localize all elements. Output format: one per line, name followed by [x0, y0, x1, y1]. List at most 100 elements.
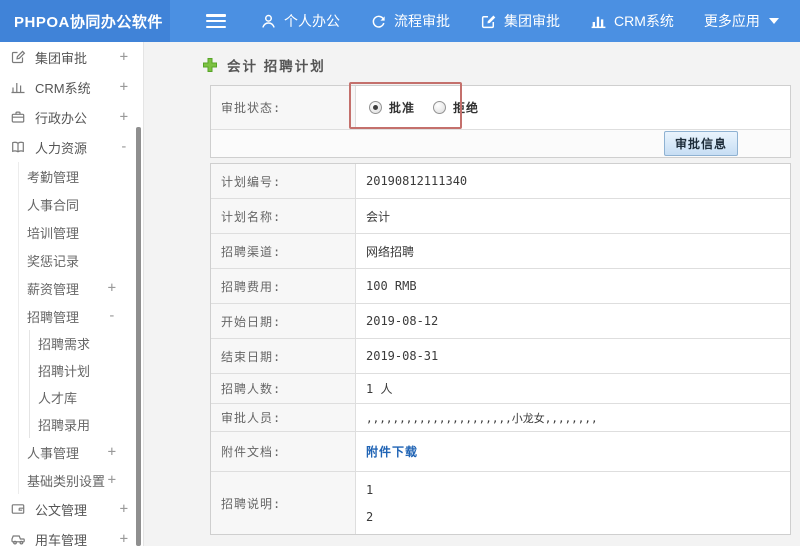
radio-reject[interactable] — [433, 101, 447, 114]
sidebar-item-recruit-demand[interactable]: 招聘需求 — [30, 330, 143, 357]
expand-icon[interactable]: + — [108, 472, 116, 488]
sidebar-item-admin-office[interactable]: 行政办公 + — [0, 102, 143, 132]
sidebar-item-training-mgmt[interactable]: 培训管理 — [19, 218, 143, 246]
main-content: 会计 招聘计划 审批状态: 批准 拒绝 审批信息 计划编号: 201908121… — [145, 42, 800, 546]
expand-icon[interactable]: + — [120, 501, 128, 517]
table-row: 招聘人数: 1 人 — [211, 374, 790, 404]
approval-table: 审批状态: 批准 拒绝 审批信息 — [210, 85, 791, 158]
sidebar-item-personnel-mgmt[interactable]: 人事管理 + — [19, 438, 143, 466]
sidebar-item-reward-punish[interactable]: 奖惩记录 — [19, 246, 143, 274]
expand-icon[interactable]: + — [120, 49, 128, 65]
top-nav: 个人办公 流程审批 集团审批 CRM系统 更多应用 — [260, 11, 779, 31]
sidebar-label: 招聘管理 — [27, 309, 80, 325]
caret-down-icon — [768, 18, 779, 24]
sidebar-item-talent-pool[interactable]: 人才库 — [30, 384, 143, 411]
start-date-value: 2019-08-12 — [356, 304, 790, 338]
sidebar-label: 薪资管理 — [27, 281, 80, 297]
table-row: 开始日期: 2019-08-12 — [211, 304, 790, 339]
sidebar-item-recruit-plan[interactable]: 招聘计划 — [30, 357, 143, 384]
table-row: 招聘说明: 1 2 — [211, 472, 790, 534]
field-label: 审批状态: — [211, 86, 356, 129]
field-label: 附件文档: — [211, 432, 356, 471]
nav-label: CRM系统 — [614, 13, 674, 29]
sidebar-item-recruit-mgmt[interactable]: 招聘管理 - — [19, 302, 143, 330]
table-row: 招聘渠道: 网络招聘 — [211, 234, 790, 269]
sidebar-label: 培训管理 — [27, 225, 80, 241]
nav-group-approval[interactable]: 集团审批 — [480, 11, 560, 31]
field-label: 计划名称: — [211, 199, 356, 233]
field-label: 结束日期: — [211, 339, 356, 373]
headcount-value: 1 人 — [356, 374, 790, 403]
page-title-row: 会计 招聘计划 — [202, 55, 326, 75]
recruit-channel-value: 网络招聘 — [356, 234, 790, 268]
nav-more-apps[interactable]: 更多应用 — [704, 11, 779, 31]
table-row: 结束日期: 2019-08-31 — [211, 339, 790, 374]
nav-crm-system[interactable]: CRM系统 — [590, 11, 674, 31]
sidebar-label: 人才库 — [38, 391, 78, 406]
hamburger-menu-icon[interactable] — [206, 14, 226, 28]
sidebar-label: 集团审批 — [35, 50, 88, 66]
sidebar-label: 招聘需求 — [38, 337, 91, 352]
sidebar-item-human-resources[interactable]: 人力资源 - — [0, 132, 143, 162]
radio-approve[interactable] — [369, 101, 382, 114]
sidebar-label: 人力资源 — [35, 140, 88, 156]
sidebar-label: 用车管理 — [35, 532, 88, 546]
sidebar-item-attendance-mgmt[interactable]: 考勤管理 — [19, 162, 143, 190]
sidebar-scrollbar[interactable] — [136, 42, 142, 546]
sidebar-item-document-mgmt[interactable]: 公文管理 + — [0, 494, 143, 524]
expand-icon[interactable]: + — [108, 444, 116, 460]
edit-icon — [10, 49, 26, 65]
approval-status-value: 批准 拒绝 — [356, 86, 790, 129]
end-date-value: 2019-08-31 — [356, 339, 790, 373]
sidebar-item-hr-contract[interactable]: 人事合同 — [19, 190, 143, 218]
expand-icon[interactable]: + — [120, 531, 128, 546]
sidebar: 集团审批 + CRM系统 + 行政办公 + 人力资源 - 考勤管理 人事合同 培… — [0, 42, 144, 546]
sidebar-item-salary-mgmt[interactable]: 薪资管理 + — [19, 274, 143, 302]
approvers-value: ,,,,,,,,,,,,,,,,,,,,,,小龙女,,,,,,,, — [356, 404, 790, 431]
sidebar-label: 基础类别设置 — [27, 473, 106, 489]
collapse-icon[interactable]: - — [108, 308, 116, 324]
description-line: 1 — [366, 482, 374, 497]
sidebar-item-vehicle-mgmt[interactable]: 用车管理 + — [0, 524, 143, 546]
nav-label: 更多应用 — [703, 13, 760, 29]
edit-icon — [481, 15, 496, 28]
attachment-download-link[interactable]: 附件下载 — [366, 443, 418, 460]
nav-personal-office[interactable]: 个人办公 — [260, 11, 340, 31]
page-title: 会计 招聘计划 — [227, 59, 326, 74]
field-label: 计划编号: — [211, 164, 356, 198]
radio-approve-label: 批准 — [389, 101, 416, 115]
sidebar-label: 人事合同 — [27, 197, 80, 213]
collapse-icon[interactable]: - — [120, 139, 128, 155]
sidebar-item-group-approval[interactable]: 集团审批 + — [0, 42, 143, 72]
sidebar-label: 公文管理 — [35, 502, 88, 518]
sidebar-item-crm-system[interactable]: CRM系统 + — [0, 72, 143, 102]
approval-info-button[interactable]: 审批信息 — [663, 131, 738, 156]
expand-icon[interactable]: + — [120, 109, 128, 125]
nav-workflow-approval[interactable]: 流程审批 — [370, 11, 450, 31]
user-icon — [262, 14, 275, 28]
document-icon — [10, 501, 26, 517]
app-window: PHPOA协同办公软件 个人办公 流程审批 集团审批 CRM系统 更多应用 集团… — [0, 0, 800, 546]
top-bar: PHPOA协同办公软件 个人办公 流程审批 集团审批 CRM系统 更多应用 — [0, 0, 800, 42]
form-panel: 审批状态: 批准 拒绝 审批信息 计划编号: 20190812111340 计划… — [210, 85, 791, 535]
attachment-cell: 附件下载 — [356, 432, 790, 471]
sidebar-item-base-category[interactable]: 基础类别设置 + — [19, 466, 143, 494]
sidebar-scrollbar-thumb[interactable] — [136, 127, 141, 546]
sidebar-label: 奖惩记录 — [27, 253, 80, 269]
sidebar-item-recruit-hire[interactable]: 招聘录用 — [30, 411, 143, 438]
car-icon — [10, 531, 26, 546]
field-label: 审批人员: — [211, 404, 356, 431]
book-icon — [10, 139, 26, 155]
nav-label: 集团审批 — [504, 13, 560, 29]
field-label: 招聘说明: — [211, 472, 356, 534]
approval-button-row: 审批信息 — [211, 130, 790, 157]
approval-radio-group: 批准 拒绝 — [369, 99, 497, 116]
hr-submenu: 考勤管理 人事合同 培训管理 奖惩记录 薪资管理 + 招聘管理 - 招聘需求 招… — [18, 162, 143, 494]
add-icon[interactable] — [202, 57, 218, 73]
table-row: 审批人员: ,,,,,,,,,,,,,,,,,,,,,,小龙女,,,,,,,, — [211, 404, 790, 432]
expand-icon[interactable]: + — [108, 280, 116, 296]
briefcase-icon — [10, 109, 26, 125]
description-line: 2 — [366, 509, 374, 524]
expand-icon[interactable]: + — [120, 79, 128, 95]
app-logo[interactable]: PHPOA协同办公软件 — [0, 0, 170, 42]
